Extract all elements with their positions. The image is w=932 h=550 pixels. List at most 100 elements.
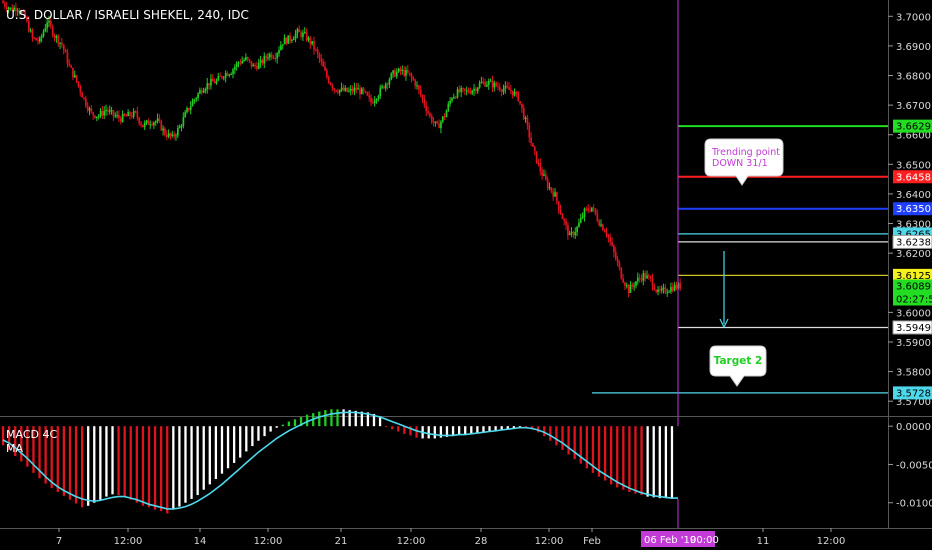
- candle-body: [662, 287, 665, 289]
- candle-body: [526, 117, 529, 126]
- candle-body: [675, 284, 678, 289]
- candle-body: [235, 63, 238, 67]
- price-tick-label: 3.6700: [896, 101, 931, 112]
- macd-bar: [658, 426, 661, 499]
- candle-body: [412, 77, 415, 81]
- price-tag-label: 3.5949: [896, 323, 931, 334]
- candle-body: [596, 213, 599, 221]
- candle-body: [96, 116, 98, 118]
- candle-body: [131, 115, 133, 117]
- candle-body: [280, 45, 282, 51]
- candle-body: [140, 123, 142, 125]
- macd-bar: [269, 426, 272, 432]
- candle-body: [421, 95, 424, 99]
- candle-body: [430, 116, 433, 123]
- candle-body: [226, 73, 229, 76]
- candle-body: [223, 77, 225, 79]
- candle-body: [366, 92, 369, 96]
- candle-body: [316, 49, 319, 54]
- candle-body: [609, 237, 612, 243]
- candle-body: [381, 86, 383, 88]
- macd-bar: [111, 426, 114, 495]
- candle-body: [390, 73, 393, 80]
- macd-bar: [427, 426, 430, 439]
- macd-bar: [670, 426, 674, 499]
- candle-body: [246, 57, 249, 60]
- candle-body: [443, 116, 446, 118]
- candle-body: [646, 275, 648, 279]
- candle-body: [151, 124, 153, 126]
- candle-body: [399, 68, 402, 71]
- candle-body: [502, 88, 505, 92]
- candle-body: [156, 118, 159, 122]
- candle-body: [245, 57, 247, 60]
- candle-body: [418, 85, 420, 90]
- candle-body: [447, 103, 450, 111]
- candle-body: [419, 89, 422, 96]
- candle-body: [99, 110, 102, 116]
- candle-body: [307, 37, 310, 41]
- candle-body: [644, 273, 647, 279]
- candle-body: [655, 290, 658, 292]
- candle-body: [515, 91, 518, 93]
- candle-body: [86, 105, 89, 111]
- macd-bar: [470, 426, 473, 434]
- candle-body: [521, 103, 523, 109]
- price-tick-label: 3.6500: [896, 160, 931, 171]
- macd-bar: [68, 426, 72, 500]
- candle-body: [199, 90, 201, 94]
- price-tick-label: 3.6200: [896, 249, 931, 260]
- candle-body: [405, 69, 407, 76]
- macd-bar: [220, 426, 224, 474]
- candle-body: [72, 67, 74, 78]
- candle-body: [213, 81, 216, 84]
- candle-body: [265, 56, 268, 58]
- macd-bar: [391, 426, 394, 430]
- candle-body: [256, 65, 258, 69]
- candle-body: [578, 222, 580, 227]
- candle-body: [215, 80, 218, 84]
- candle-body: [460, 88, 463, 92]
- macd-bar: [433, 426, 436, 439]
- macd-bar: [464, 426, 467, 435]
- candle-body: [487, 81, 490, 85]
- candle-body: [70, 65, 72, 68]
- candle-body: [576, 226, 578, 233]
- candle-body: [42, 31, 45, 37]
- candle-body: [453, 96, 455, 99]
- candle-body: [429, 113, 431, 117]
- candle-body: [585, 208, 588, 210]
- candle-body: [101, 110, 104, 116]
- candle-body: [379, 87, 382, 97]
- candle-body: [250, 60, 253, 67]
- macd-bar: [293, 419, 297, 427]
- candle-body: [210, 78, 212, 86]
- candle-body: [346, 87, 348, 92]
- candle-body: [108, 110, 111, 112]
- candle-body: [653, 286, 656, 291]
- candle-body: [291, 39, 293, 41]
- candle-body: [484, 81, 486, 87]
- candle-body: [635, 281, 637, 286]
- candle-body: [147, 120, 150, 125]
- candle-body: [121, 113, 124, 122]
- candle-body: [309, 37, 312, 45]
- macd-bar: [196, 426, 199, 496]
- candle-body: [232, 69, 234, 75]
- candle-body: [85, 98, 87, 106]
- candle-body: [75, 75, 78, 82]
- candle-body: [394, 70, 396, 77]
- candle-body: [589, 210, 591, 212]
- time-tick-label: 21: [335, 536, 348, 547]
- candle-body: [335, 90, 337, 92]
- macd-bar: [616, 426, 619, 488]
- macd-bar: [105, 426, 108, 497]
- candle-body: [285, 37, 288, 44]
- candle-body: [116, 115, 118, 117]
- macd-bar: [1, 426, 5, 446]
- candle-body: [57, 35, 60, 44]
- candle-body: [563, 219, 566, 222]
- candle-body: [83, 97, 85, 99]
- candle-body: [651, 277, 654, 287]
- candle-body: [476, 87, 479, 92]
